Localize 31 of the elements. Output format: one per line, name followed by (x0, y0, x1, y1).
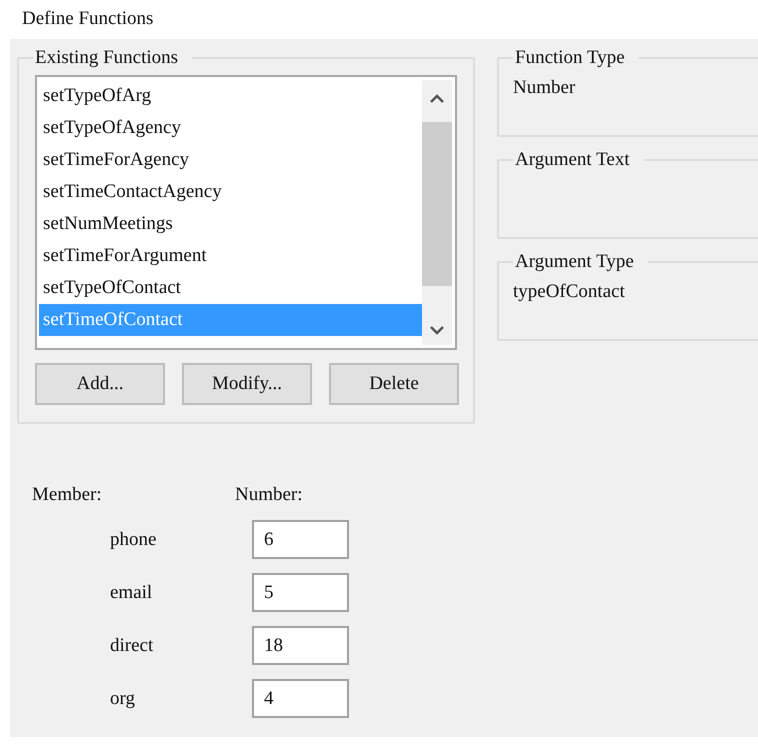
dialog-button[interactable]: Modify... (182, 363, 312, 405)
scroll-thumb[interactable] (422, 122, 452, 286)
function-item[interactable]: setTimeForAgency (39, 144, 422, 176)
function-item[interactable]: setTypeOfAgency (39, 112, 422, 144)
member-label: email (110, 582, 152, 604)
scroll-down-icon[interactable] (429, 325, 445, 335)
scroll-up-icon[interactable] (429, 94, 445, 104)
function-item[interactable]: setTypeOfArg (39, 80, 422, 112)
function-item[interactable]: setTimeForArgument (39, 240, 422, 272)
window-title: Define Functions (21, 7, 154, 31)
number-field[interactable]: 5 (252, 573, 349, 612)
member-label: direct (110, 634, 154, 656)
number-field[interactable]: 4 (252, 679, 349, 718)
number-field[interactable]: 18 (252, 626, 349, 665)
function-item[interactable]: setTimeContactAgency (39, 176, 422, 208)
function-item[interactable]: setNumMeetings (39, 208, 422, 240)
dialog-button[interactable]: Add... (35, 363, 165, 405)
group-title: Argument Type (514, 251, 635, 273)
group-title: Function Type (514, 47, 626, 69)
column-header: Number: (235, 484, 304, 506)
number-field[interactable]: 6 (252, 520, 349, 559)
group-title: Existing Functions (34, 47, 180, 69)
group-title: Argument Text (514, 149, 631, 171)
column-header: Member: (32, 484, 103, 506)
value-text: Number (513, 76, 576, 100)
dialog-button[interactable]: Delete (329, 363, 459, 405)
function-item[interactable]: setTypeOfContact (39, 272, 422, 304)
function-list[interactable]: setTypeOfArg setTypeOfAgency setTimeForAgency setTimeContactAgency setNumMeetings setTimeForArgument setTypeOfContact setTimeOfContact (35, 75, 457, 350)
value-text: typeOfContact (513, 280, 625, 304)
member-label: org (110, 688, 135, 710)
member-label: phone (110, 528, 156, 550)
